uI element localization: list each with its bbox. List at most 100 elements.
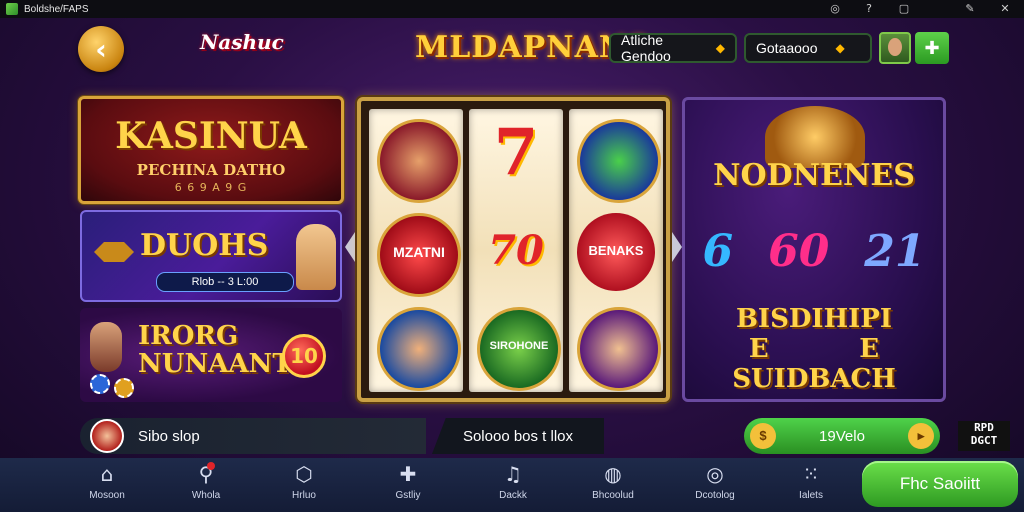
banner-timer: Rlob -- 3 L:00: [156, 272, 294, 292]
heart-symbol: MZATNI: [377, 213, 461, 297]
featured-number: 60: [768, 226, 830, 277]
sort-dropdown[interactable]: Gotaaooo ◆: [744, 33, 872, 63]
player-status[interactable]: Sibo slop: [80, 418, 426, 454]
chip-icon: [90, 374, 110, 394]
coin-icon: $: [750, 423, 776, 449]
promo-banner-tournament[interactable]: IRORG NUNAANT 10: [80, 308, 342, 402]
filter-dropdown[interactable]: Atliche Gendoo ◆: [609, 32, 737, 64]
chip-icon: [114, 378, 134, 398]
player-avatar: [90, 419, 124, 453]
help-icon[interactable]: ?: [862, 2, 876, 16]
target-icon: ◎: [706, 462, 724, 486]
window-title: Boldshe/FAPS: [24, 3, 89, 15]
nav-label: Gstliy: [395, 490, 421, 501]
featured-numbers: 6 60 21: [685, 226, 943, 277]
nav-item-home[interactable]: ⌂ Mosoon: [72, 462, 142, 508]
character-image: [90, 322, 122, 372]
sort-label: Gotaaooo: [756, 40, 818, 56]
subtitle-line: BISDIHIPI: [735, 304, 893, 334]
portrait-symbol: [577, 307, 661, 391]
balance-value: 19Velo: [819, 427, 865, 445]
notification-dot: [207, 462, 215, 470]
mascot-image: [296, 224, 336, 290]
nav-label: Dackk: [499, 490, 527, 501]
featured-subtitle: BISDIHIPI E E SUIDBACH: [685, 304, 943, 394]
casino-logo: Nashuc: [200, 30, 284, 54]
portrait-symbol: [377, 307, 461, 391]
reel-2: 7 70 SIROHONE: [469, 109, 563, 392]
search-icon: ⚲: [198, 462, 214, 486]
symbol-label: BENAKS: [588, 243, 644, 258]
edit-icon[interactable]: ✎: [963, 2, 977, 16]
nav-label: Hrluo: [292, 490, 316, 501]
nav-label: Ialets: [799, 490, 823, 501]
chevron-left-icon: ‹: [95, 32, 107, 66]
reel-1: MZATNI: [369, 109, 463, 392]
nav-label: Bhcoolud: [592, 490, 634, 501]
jackpot-text: Solooo bos t llox: [462, 427, 574, 445]
featured-game-panel[interactable]: NODNENES 6 60 21 BISDIHIPI E E SUIDBACH: [682, 97, 946, 402]
puzzle-button[interactable]: ✚: [915, 32, 949, 64]
nav-item-puzzle[interactable]: ✚ Gstliy: [373, 462, 443, 508]
arrow-badge-icon: [94, 242, 134, 262]
globe-icon: ◍: [604, 462, 622, 486]
symbol-label: 7: [493, 115, 539, 190]
puzzle-icon: ✚: [399, 462, 417, 486]
brand-line1: RPD: [974, 421, 994, 434]
lottery-ball: 10: [282, 334, 326, 378]
symbol-label: SIROHONE: [489, 340, 549, 352]
banner-subtitle: PECHINA DATHO: [136, 161, 286, 179]
arrow-right-icon: ▸: [907, 423, 934, 449]
nav-label: Dcotolog: [695, 490, 735, 501]
grid-icon: ⁙: [802, 462, 820, 486]
puzzle-icon: ✚: [924, 37, 940, 59]
banner-small-text: 6 6 9 A 9 G: [174, 181, 248, 194]
diamond-icon: ◆: [835, 41, 845, 55]
prev-arrow-icon[interactable]: [345, 232, 355, 262]
window-icon[interactable]: ▢: [897, 2, 911, 16]
banner-title: DUOHS: [140, 228, 269, 263]
jackpot-banner[interactable]: Solooo bos t llox: [432, 418, 604, 454]
balance-button[interactable]: $ 19Velo ▸: [744, 418, 940, 454]
seventy-symbol: 70: [477, 213, 555, 291]
next-arrow-icon[interactable]: [672, 232, 682, 262]
music-note-icon: ♫: [504, 462, 522, 486]
featured-number: 6: [702, 226, 734, 277]
diamond-icon: ◆: [715, 41, 725, 55]
player-status-text: Sibo slop: [138, 427, 200, 445]
badge-symbol: SIROHONE: [477, 307, 561, 391]
banner-title-line2: NUNAANT: [138, 349, 292, 379]
nav-item-box[interactable]: ⬡ Hrluo: [269, 462, 339, 508]
profile-avatar[interactable]: [879, 32, 911, 64]
start-button[interactable]: Fhc Saoiitt: [862, 461, 1018, 507]
box-icon: ⬡: [295, 462, 313, 486]
nav-item-grid[interactable]: ⁙ Ialets: [776, 462, 846, 508]
window-titlebar: Boldshe/FAPS ◎ ? ▢ ✎ ✕: [0, 0, 1024, 18]
location-icon[interactable]: ◎: [828, 2, 842, 16]
shield-symbol: [577, 119, 661, 203]
banner-title: IRORG NUNAANT: [138, 322, 292, 378]
nav-item-target[interactable]: ◎ Dcotolog: [680, 462, 750, 508]
banner-title: KASINUA: [115, 115, 307, 157]
symbol-label: 70: [488, 227, 544, 274]
reel-3: BENAKS: [569, 109, 663, 392]
app-icon: [6, 3, 18, 15]
filter-label: Atliche Gendoo: [621, 32, 671, 64]
nav-item-music[interactable]: ♫ Dackk: [478, 462, 548, 508]
avatar-face: [888, 38, 902, 56]
subtitle-line: E E: [748, 334, 880, 364]
featured-number: 21: [864, 226, 926, 277]
promo-banner-kasinua[interactable]: KASINUA PECHINA DATHO 6 6 9 A 9 G: [78, 96, 344, 204]
nav-item-globe[interactable]: ◍ Bhcoolud: [578, 462, 648, 508]
nav-item-search[interactable]: ⚲ Whola: [171, 462, 241, 508]
seven-symbol: 7: [477, 115, 555, 197]
featured-title: NODNENES: [713, 158, 915, 193]
symbol-label: MZATNI: [393, 244, 445, 260]
close-icon[interactable]: ✕: [998, 2, 1012, 16]
slot-reels[interactable]: MZATNI 7 70 SIROHONE BENAKS: [357, 97, 670, 402]
nav-label: Mosoon: [89, 490, 125, 501]
home-icon: ⌂: [100, 462, 114, 486]
promo-banner-duohs[interactable]: DUOHS Rlob -- 3 L:00: [80, 210, 342, 302]
banner-title-line1: IRORG: [138, 321, 239, 351]
back-button[interactable]: ‹: [78, 26, 124, 72]
